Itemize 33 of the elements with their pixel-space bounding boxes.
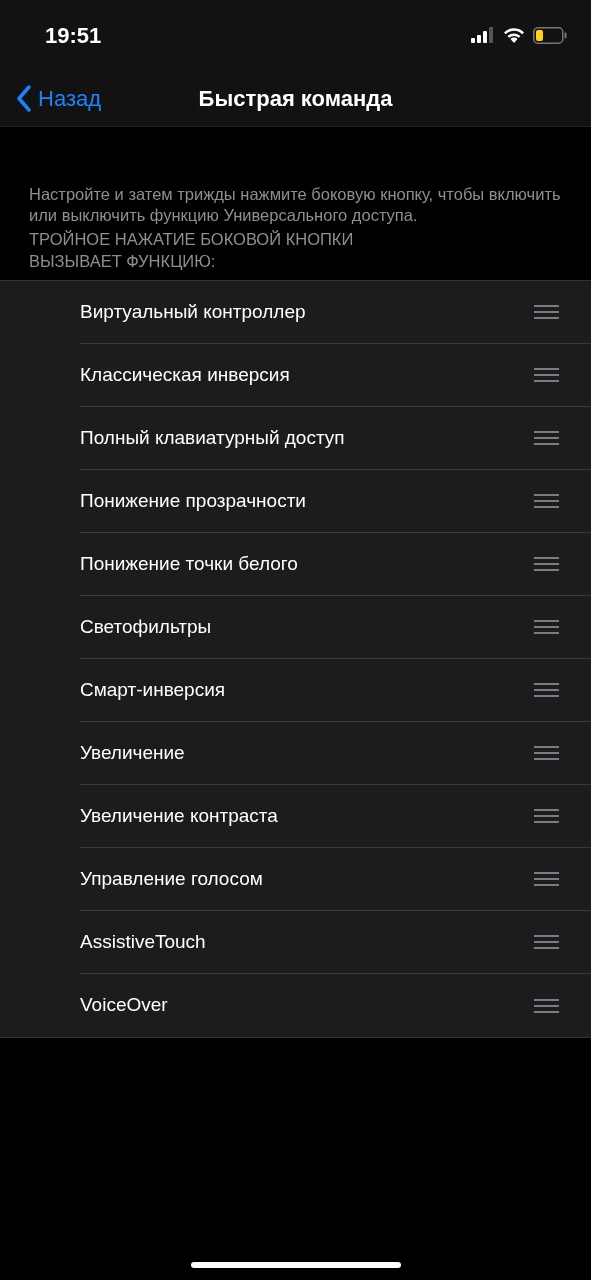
back-button[interactable]: Назад <box>16 81 102 115</box>
screen-title: Быстрая команда <box>198 84 393 113</box>
wifi-icon <box>503 27 525 43</box>
reorder-icon[interactable] <box>534 368 559 382</box>
shortcut-row[interactable]: Классическая инверсия <box>80 344 591 407</box>
signal-icon <box>471 27 495 43</box>
reorder-icon[interactable] <box>534 683 559 697</box>
reorder-icon[interactable] <box>534 494 559 508</box>
reorder-icon[interactable] <box>534 431 559 445</box>
shortcut-row[interactable]: VoiceOver <box>80 974 591 1037</box>
reorder-icon[interactable] <box>534 809 559 823</box>
reorder-icon[interactable] <box>534 746 559 760</box>
shortcut-row[interactable]: Виртуальный контроллер <box>80 281 591 344</box>
shortcut-row[interactable]: Увеличение <box>80 722 591 785</box>
shortcut-row[interactable]: Понижение точки белого <box>80 533 591 596</box>
section-header: ТРОЙНОЕ НАЖАТИЕ БОКОВОЙ КНОПКИ ВЫЗЫВАЕТ ФУНКЦИЮ: <box>29 229 355 272</box>
shortcut-row[interactable]: Управление голосом <box>80 848 591 911</box>
description-text: Настройте и затем трижды нажмите боковую кнопку, чтобы включить или выключить функцию Универсального доступа. <box>29 184 562 226</box>
back-chevron-icon <box>16 84 32 112</box>
battery-icon <box>533 26 567 44</box>
shortcut-row[interactable]: Увеличение контраста <box>80 785 591 848</box>
reorder-icon[interactable] <box>534 872 559 886</box>
shortcut-row[interactable]: Смарт-инверсия <box>80 659 591 722</box>
reorder-icon[interactable] <box>534 935 559 949</box>
shortcut-row[interactable]: Светофильтры <box>80 596 591 659</box>
reorder-icon[interactable] <box>534 620 559 634</box>
reorder-icon[interactable] <box>534 998 559 1013</box>
reorder-icon[interactable] <box>534 305 559 319</box>
shortcut-row[interactable]: Полный клавиатурный доступ <box>80 407 591 470</box>
reorder-icon[interactable] <box>534 557 559 571</box>
shortcut-row[interactable]: Понижение прозрачности <box>80 470 591 533</box>
shortcut-row[interactable]: AssistiveTouch <box>80 911 591 974</box>
status-time: 19:51 <box>45 21 102 50</box>
